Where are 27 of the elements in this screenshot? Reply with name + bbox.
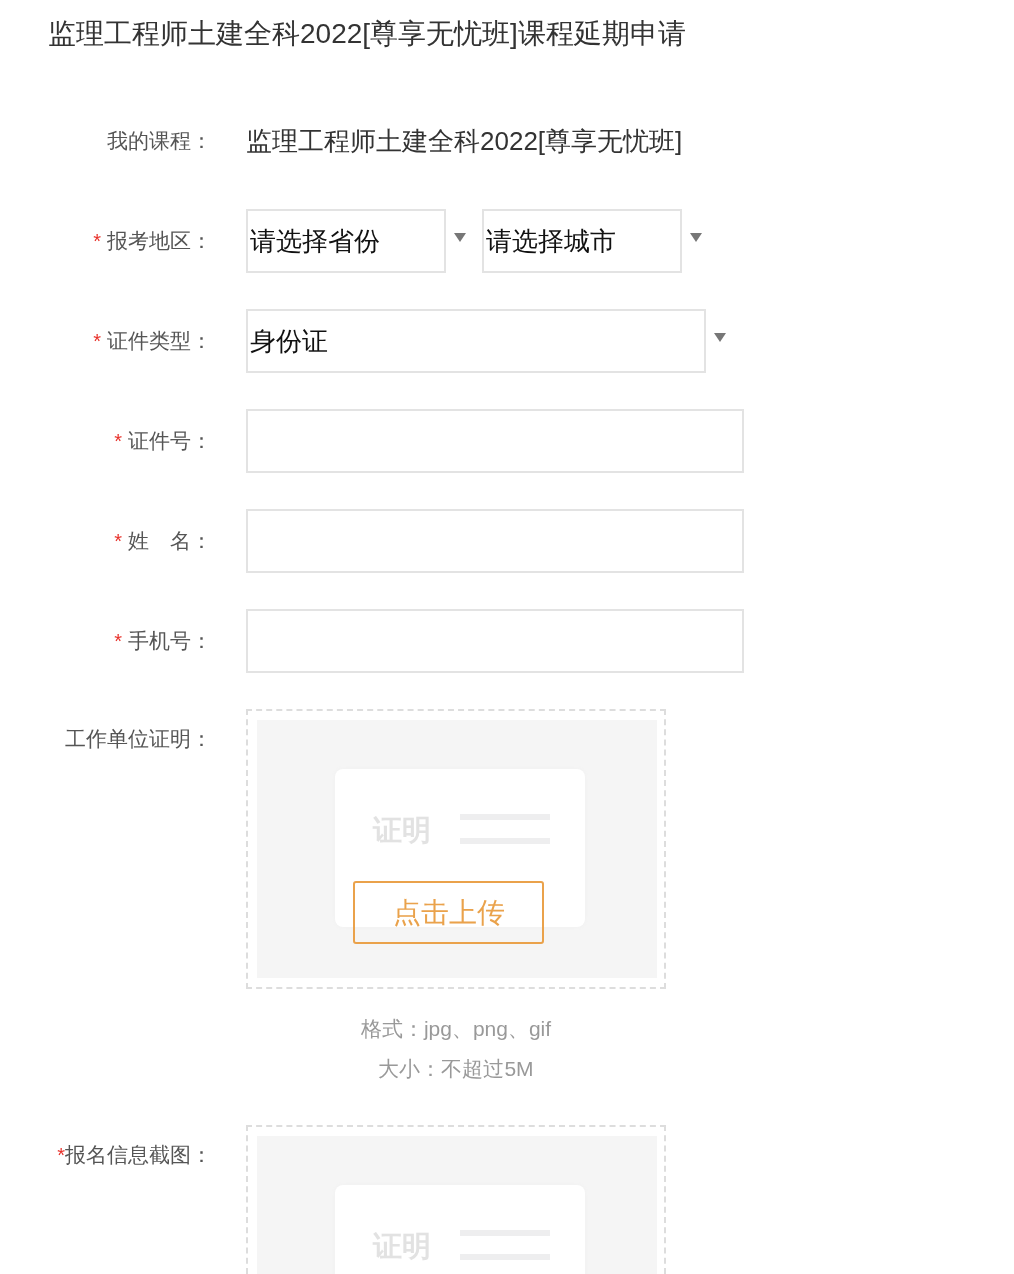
- required-mark: *: [114, 529, 122, 554]
- input-field[interactable]: [246, 609, 744, 673]
- required-mark: *: [93, 329, 101, 354]
- field-label: 姓 名：: [128, 528, 212, 554]
- field-label: 我的课程：: [107, 128, 212, 154]
- upload-hint: 格式：jpg、png、gif: [360, 1016, 552, 1042]
- field-label: 工作单位证明：: [65, 726, 212, 752]
- input-field[interactable]: [246, 509, 744, 573]
- field-label: 手机号：: [128, 628, 212, 654]
- select-field[interactable]: 请选择省份: [246, 209, 446, 273]
- required-mark: *: [114, 629, 122, 654]
- page-title: 监理工程师土建全科2022[尊享无忧班]课程延期申请: [48, 17, 687, 51]
- field-label: 报考地区：: [107, 228, 212, 254]
- select-field[interactable]: 请选择城市: [482, 209, 682, 273]
- required-mark: *: [57, 1143, 65, 1168]
- required-mark: *: [114, 429, 122, 454]
- select-field[interactable]: 身份证: [246, 309, 706, 373]
- caret-icon[interactable]: [690, 232, 702, 242]
- course-name: 监理工程师土建全科2022[尊享无忧班]: [246, 125, 683, 158]
- upload-hint: 大小：不超过5M: [377, 1056, 535, 1082]
- required-mark: *: [93, 229, 101, 254]
- field-label: 证件号：: [128, 428, 212, 454]
- field-label: 证件类型：: [107, 328, 212, 354]
- caret-icon[interactable]: [454, 232, 466, 242]
- caret-icon[interactable]: [714, 332, 726, 342]
- input-field[interactable]: [246, 409, 744, 473]
- field-label: 报名信息截图：: [65, 1142, 212, 1168]
